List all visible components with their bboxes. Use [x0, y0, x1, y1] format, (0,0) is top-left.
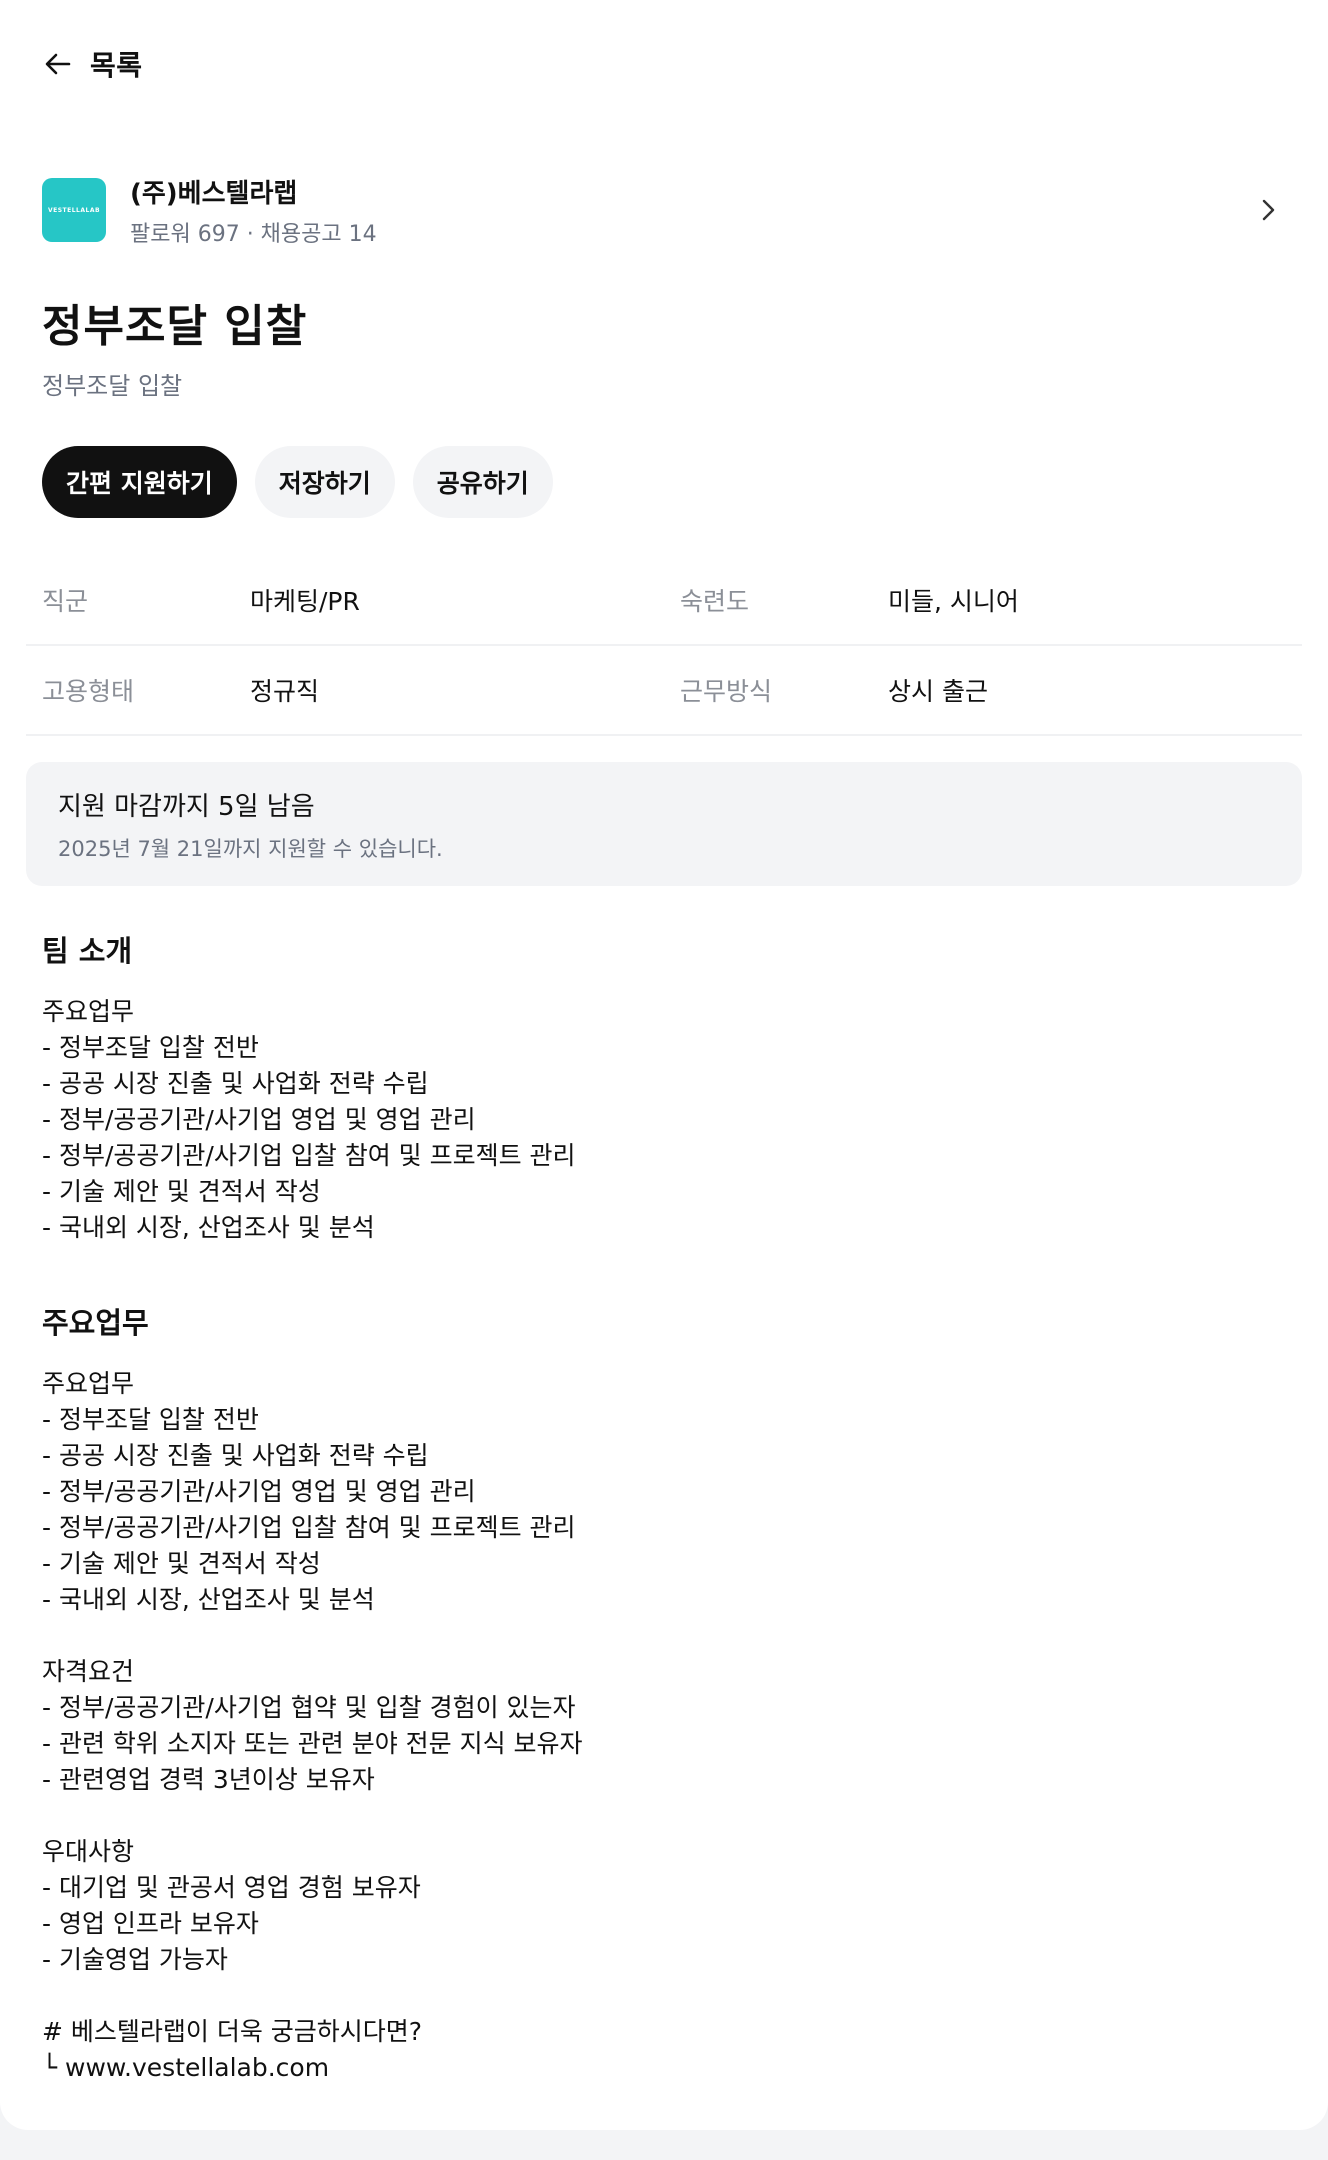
info-cell-level: 숙련도 미들, 시니어	[664, 582, 1302, 618]
info-row: 고용형태 정규직 근무방식 상시 출근	[26, 646, 1302, 736]
page-title: 정부조달 입찰	[42, 301, 308, 352]
share-button[interactable]: 공유하기	[412, 446, 553, 518]
info-cell-job-group: 직군 마케팅/PR	[26, 582, 664, 618]
section-body: 주요업무 - 정부조달 입찰 전반 - 공공 시장 진출 및 사업화 전략 수립…	[42, 997, 576, 1242]
info-value: 정규직	[250, 677, 320, 706]
job-info-table: 직군 마케팅/PR 숙련도 미들, 시니어 고용형태 정규직 근무방식 상시 출…	[26, 556, 1302, 736]
section-body: 주요업무 - 정부조달 입찰 전반 - 공공 시장 진출 및 사업화 전략 수립…	[42, 1369, 583, 2082]
job-detail-card: 목록 VESTELLALAB (주)베스텔라랩 팔로워 697 · 채용공고 1…	[0, 0, 1328, 2130]
duties-section: 주요업무 주요업무 - 정부조달 입찰 전반 - 공공 시장 진출 및 사업화 …	[42, 1300, 1282, 2086]
page-subtitle: 정부조달 입찰	[42, 372, 183, 400]
save-button[interactable]: 저장하기	[254, 446, 395, 518]
company-logo: VESTELLALAB	[42, 178, 106, 242]
arrow-left-icon	[42, 48, 74, 80]
chevron-right-icon[interactable]	[1250, 192, 1286, 228]
company-info: (주)베스텔라랩 팔로워 697 · 채용공고 14	[130, 173, 377, 248]
company-logo-text: VESTELLALAB	[47, 206, 101, 214]
info-cell-work-mode: 근무방식 상시 출근	[664, 672, 1302, 708]
info-value: 상시 출근	[888, 677, 988, 706]
action-buttons: 간편 지원하기 저장하기 공유하기	[42, 446, 553, 518]
info-label: 고용형태	[42, 677, 135, 706]
info-label: 숙련도	[680, 587, 750, 616]
section-title: 팀 소개	[42, 934, 133, 968]
quick-apply-button[interactable]: 간편 지원하기	[42, 446, 237, 518]
deadline-title: 지원 마감까지 5일 남음	[58, 792, 315, 822]
company-meta: 팔로워 697 · 채용공고 14	[130, 221, 377, 247]
info-label: 직군	[42, 587, 89, 616]
back-label: 목록	[90, 49, 143, 82]
back-to-list-link[interactable]: 목록	[42, 44, 143, 84]
deadline-notice: 지원 마감까지 5일 남음 2025년 7월 21일까지 지원할 수 있습니다.	[26, 762, 1302, 886]
deadline-subtitle: 2025년 7월 21일까지 지원할 수 있습니다.	[58, 837, 443, 861]
info-value: 마케팅/PR	[250, 587, 360, 616]
info-cell-employment: 고용형태 정규직	[26, 672, 664, 708]
company-name: (주)베스텔라랩	[130, 178, 298, 209]
info-value: 미들, 시니어	[888, 587, 1019, 616]
company-row[interactable]: VESTELLALAB (주)베스텔라랩 팔로워 697 · 채용공고 14	[42, 176, 1286, 247]
info-label: 근무방식	[680, 677, 773, 706]
info-row: 직군 마케팅/PR 숙련도 미들, 시니어	[26, 556, 1302, 646]
team-section: 팀 소개 주요업무 - 정부조달 입찰 전반 - 공공 시장 진출 및 사업화 …	[42, 928, 1282, 1246]
section-title: 주요업무	[42, 1306, 149, 1340]
